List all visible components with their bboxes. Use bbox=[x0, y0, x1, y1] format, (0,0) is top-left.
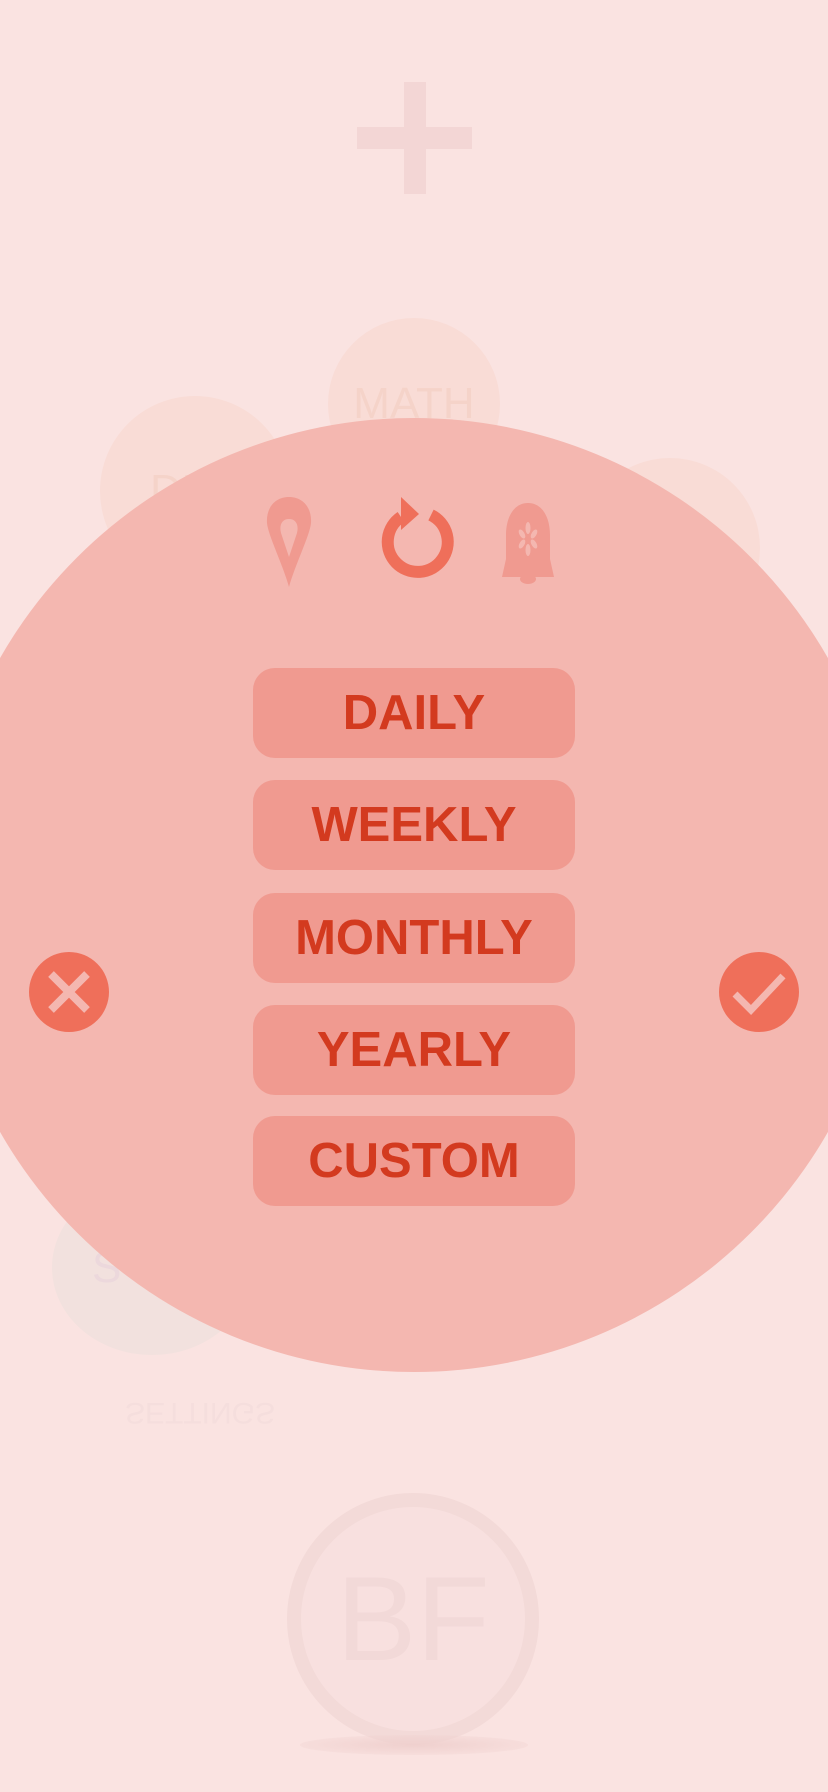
weekly-option-button[interactable]: WEEKLY bbox=[253, 780, 575, 870]
bubble-reflection-label: SETTINGS bbox=[124, 1396, 275, 1429]
bell-icon[interactable] bbox=[480, 495, 576, 591]
daily-option-button[interactable]: DAILY bbox=[253, 668, 575, 758]
confirm-button[interactable] bbox=[719, 952, 799, 1032]
profile-avatar[interactable]: BF bbox=[287, 1493, 539, 1745]
custom-option-button[interactable]: CUSTOM bbox=[253, 1116, 575, 1206]
cancel-button[interactable] bbox=[29, 952, 109, 1032]
avatar-shadow bbox=[300, 1735, 528, 1755]
repeat-icon[interactable] bbox=[363, 495, 459, 591]
monthly-option-button[interactable]: MONTHLY bbox=[253, 893, 575, 983]
check-icon bbox=[732, 973, 786, 1016]
profile-initials: BF bbox=[336, 1552, 490, 1686]
add-icon-bar bbox=[357, 127, 472, 149]
location-pin-icon[interactable] bbox=[241, 495, 337, 591]
close-icon bbox=[48, 971, 90, 1013]
yearly-option-button[interactable]: YEARLY bbox=[253, 1005, 575, 1095]
